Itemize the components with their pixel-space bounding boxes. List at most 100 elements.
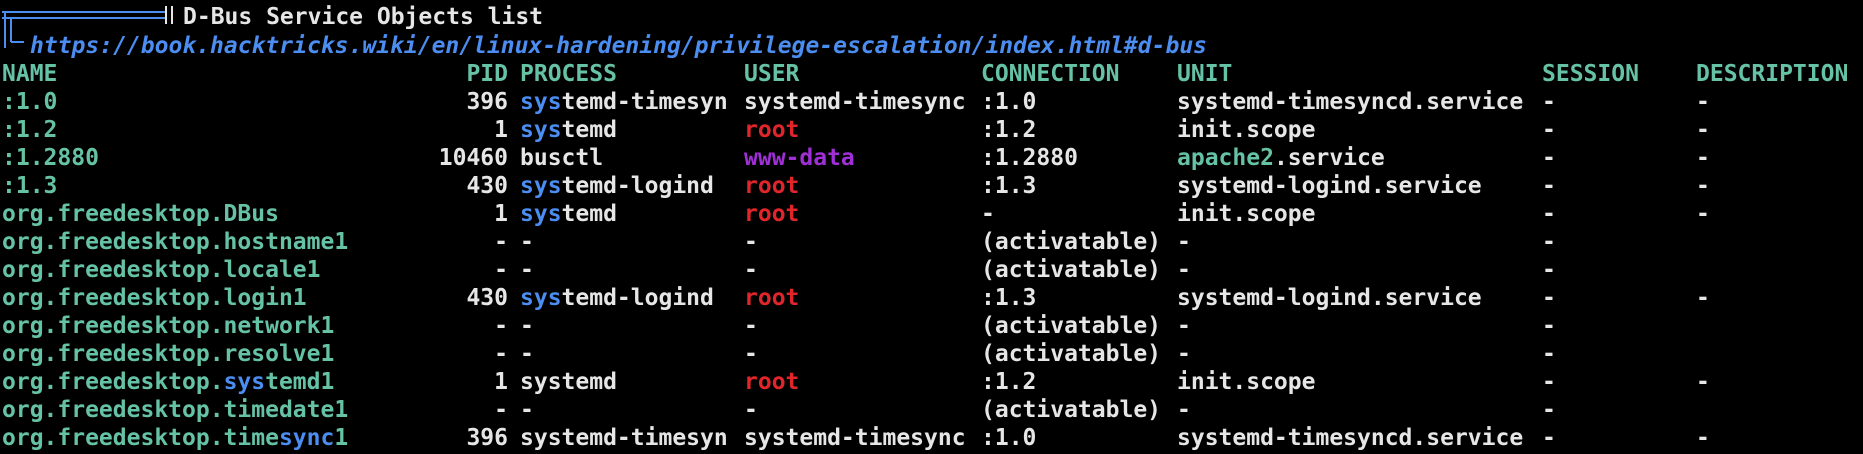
description-cell: - <box>1696 201 1710 227</box>
process-cell: systemd-logind <box>520 172 714 200</box>
process-segment: temd-timesyn <box>561 89 728 115</box>
connection-cell: (activatable) <box>981 313 1162 339</box>
service-name-cell: org.freedesktop.timesync1 <box>2 424 348 452</box>
process-segment: sys <box>520 117 562 143</box>
session-cell: - <box>1542 285 1556 311</box>
table-row: org.freedesktop.network1- - - (activatable)… <box>0 312 1863 340</box>
column-header-description: DESCRIPTION <box>1696 61 1849 87</box>
column-header-pid: PID <box>466 61 508 87</box>
pid-cell: 1 <box>494 201 508 227</box>
process-cell: systemd <box>520 116 617 144</box>
table-row: org.freedesktop.timedate1- - - (activatable… <box>0 396 1863 424</box>
connection-cell: :1.0 <box>981 89 1037 115</box>
process-segment: busctl <box>520 145 604 171</box>
process-segment: temd <box>561 201 617 227</box>
user-cell: systemd-timesync <box>744 89 966 115</box>
unit-cell: - <box>1177 340 1191 368</box>
unit-cell: systemd-logind.service <box>1177 284 1482 312</box>
process-cell: - <box>520 228 534 256</box>
connection-cell: - <box>981 201 995 227</box>
table-row: org.freedesktop.resolve1- - - (activatable)… <box>0 340 1863 368</box>
process-segment: systemd <box>520 369 617 395</box>
unit-cell: systemd-timesyncd.service <box>1177 424 1523 452</box>
table-row: org.freedesktop.timesync1 396 systemd-time… <box>0 424 1863 452</box>
connection-cell: (activatable) <box>981 341 1162 367</box>
pid-cell: 430 <box>466 285 508 311</box>
session-cell: - <box>1542 145 1556 171</box>
column-header-unit: UNIT <box>1177 61 1233 87</box>
service-name-cell: org.freedesktop.hostname1 <box>2 228 348 256</box>
unit-cell: - <box>1177 228 1191 256</box>
unit-cell: apache2.service <box>1177 144 1385 172</box>
service-name-segment: :1.2 <box>2 117 58 143</box>
column-header-name: NAME <box>2 61 58 87</box>
process-cell: - <box>520 256 534 284</box>
user-cell: - <box>744 397 758 423</box>
column-header-user: USER <box>744 61 800 87</box>
process-segment: sys <box>520 285 562 311</box>
process-cell: - <box>520 340 534 368</box>
session-cell: - <box>1542 341 1556 367</box>
pid-cell: - <box>494 341 508 367</box>
process-segment: - <box>520 229 534 255</box>
column-header-process: PROCESS <box>520 61 617 87</box>
service-name-segment: org.freedesktop.timedate1 <box>2 397 349 423</box>
unit-segment: apache2 <box>1177 145 1274 171</box>
process-segment: - <box>520 341 534 367</box>
unit-segment: systemd-timesyncd.service <box>1177 425 1524 451</box>
session-cell: - <box>1542 173 1556 199</box>
unit-segment: init.scope <box>1177 369 1316 395</box>
service-name-cell: org.freedesktop.DBus <box>2 200 279 228</box>
process-segment: - <box>520 257 534 283</box>
process-segment: sys <box>520 89 562 115</box>
user-cell: - <box>744 229 758 255</box>
service-name-segment: :1.3 <box>2 173 58 199</box>
table-row: :1.2 1 systemd root:1.2 init.scope - - <box>0 116 1863 144</box>
table-row: org.freedesktop.DBus 1 systemd root - init.sc… <box>0 200 1863 228</box>
pid-cell: - <box>494 257 508 283</box>
service-name-segment: sys <box>223 369 266 395</box>
process-segment: sys <box>520 173 562 199</box>
service-name-cell: :1.3 <box>2 172 57 200</box>
unit-segment: systemd-logind.service <box>1177 285 1482 311</box>
service-name-segment: org.freedesktop.hostname1 <box>2 229 349 255</box>
unit-cell: init.scope <box>1177 200 1315 228</box>
description-cell: - <box>1696 145 1710 171</box>
connection-cell: :1.2 <box>981 117 1037 143</box>
process-cell: systemd <box>520 368 617 396</box>
session-cell: - <box>1542 425 1556 451</box>
session-cell: - <box>1542 369 1556 395</box>
table-row: org.freedesktop.locale1- - - (activatable) -… <box>0 256 1863 284</box>
unit-cell: systemd-timesyncd.service <box>1177 88 1523 116</box>
section-header: D-Bus Service Objects list https://book.… <box>0 0 1863 59</box>
service-name-cell: org.freedesktop.login1 <box>2 284 307 312</box>
process-segment: - <box>520 397 534 423</box>
table-row: :1.3 430 systemd-logind root:1.3 systemd-log… <box>0 172 1863 200</box>
process-segment: temd-logind <box>561 285 714 311</box>
service-name-segment: org.freedesktop.resolve1 <box>2 341 335 367</box>
unit-segment: init.scope <box>1177 117 1316 143</box>
session-cell: - <box>1542 89 1556 115</box>
unit-segment: - <box>1177 397 1191 423</box>
user-cell: root <box>744 201 800 227</box>
user-cell: root <box>744 285 800 311</box>
service-name-cell: org.freedesktop.locale1 <box>2 256 321 284</box>
pid-cell: 1 <box>494 117 508 143</box>
unit-cell: init.scope <box>1177 368 1315 396</box>
table-header-row: NAME PID PROCESS USER CONNECTION UNIT SE… <box>0 60 1863 88</box>
unit-cell: systemd-logind.service <box>1177 172 1482 200</box>
service-name-cell: :1.2 <box>2 116 57 144</box>
session-cell: - <box>1542 201 1556 227</box>
pid-cell: - <box>494 313 508 339</box>
process-cell: systemd-timesyn <box>520 88 728 116</box>
connection-cell: :1.0 <box>981 425 1037 451</box>
table-row: org.freedesktop.hostname1- - - (activatable… <box>0 228 1863 256</box>
user-cell: root <box>744 369 800 395</box>
description-cell: - <box>1696 117 1710 143</box>
header-title: D-Bus Service Objects list <box>183 4 544 30</box>
unit-cell: - <box>1177 396 1191 424</box>
connection-cell: :1.2880 <box>981 145 1078 171</box>
process-segment: temd <box>561 117 617 143</box>
header-link[interactable]: https://book.hacktricks.wiki/en/linux-ha… <box>30 32 1207 60</box>
unit-segment: - <box>1177 229 1191 255</box>
